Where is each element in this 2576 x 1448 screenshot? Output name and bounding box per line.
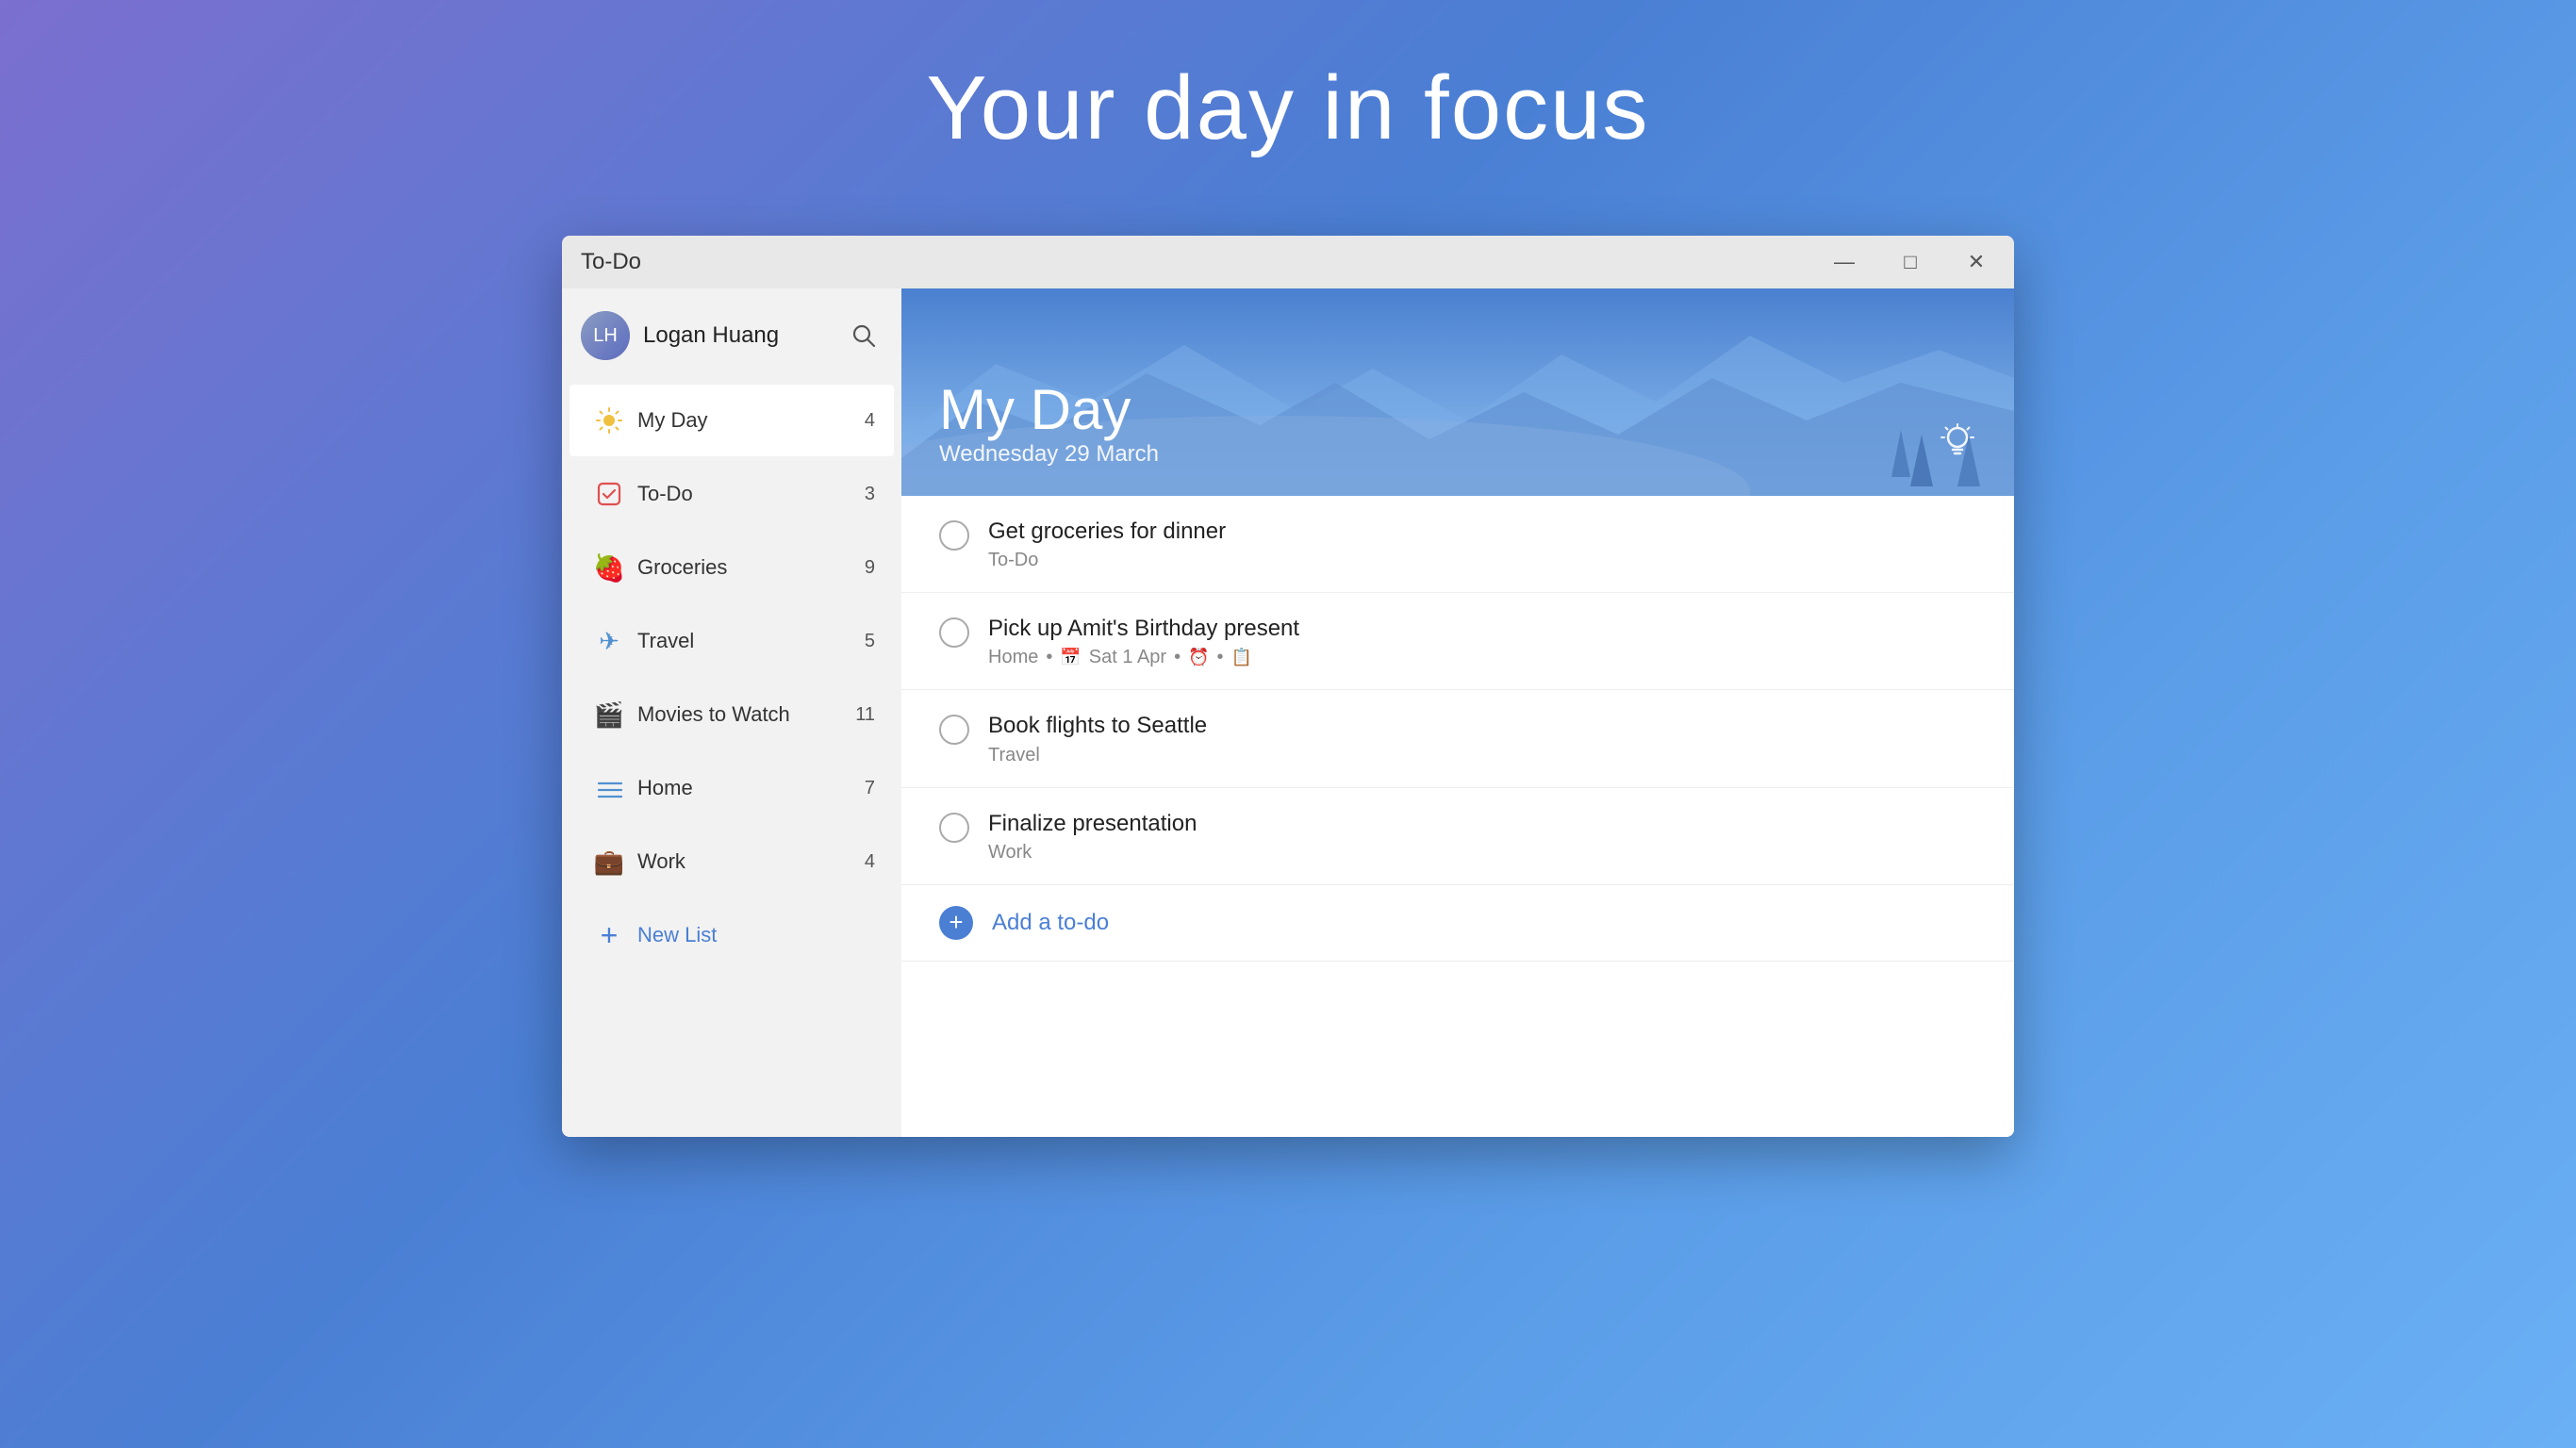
window-title: To-Do [581, 249, 641, 275]
app-window: To-Do — □ ✕ LH Logan Huang [562, 236, 2014, 1137]
myday-date: Wednesday 29 March [939, 441, 1976, 468]
task-title: Get groceries for dinner [988, 517, 1976, 546]
task-checkbox[interactable] [939, 813, 969, 843]
myday-header-content: My Day Wednesday 29 March [939, 379, 1976, 468]
sidebar-item-home[interactable]: Home 7 [570, 752, 894, 824]
task-meta: To-Do [988, 550, 1976, 571]
minimize-button[interactable]: — [1825, 243, 1863, 281]
home-icon [588, 767, 630, 809]
sidebar-item-to-do[interactable]: To-Do 3 [570, 458, 894, 530]
sidebar-item-count: 4 [865, 851, 875, 873]
task-item[interactable]: Finalize presentation Work [901, 788, 2014, 885]
sidebar: LH Logan Huang [562, 288, 901, 1137]
sidebar-item-count: 7 [865, 778, 875, 799]
sidebar-item-label: Travel [637, 629, 865, 653]
add-todo-label: Add a to-do [992, 910, 1109, 936]
lightbulb-button[interactable] [1939, 421, 1976, 468]
task-list-name: To-Do [988, 550, 1038, 571]
task-info: Get groceries for dinner To-Do [988, 517, 1976, 571]
myday-header: My Day Wednesday 29 March [901, 288, 2014, 496]
sidebar-item-count: 9 [865, 557, 875, 579]
meta-separator: • [1217, 647, 1224, 668]
close-button[interactable]: ✕ [1957, 243, 1995, 281]
sidebar-item-my-day[interactable]: My Day 4 [570, 385, 894, 456]
sidebar-item-label: My Day [637, 408, 865, 433]
sidebar-item-count: 3 [865, 484, 875, 505]
groceries-icon: 🍓 [588, 547, 630, 588]
main-content: My Day Wednesday 29 March [901, 288, 2014, 1137]
avatar-image: LH [581, 311, 630, 360]
task-due-date: Sat 1 Apr [1089, 647, 1166, 668]
user-name: Logan Huang [643, 322, 779, 349]
meta-separator: • [1174, 647, 1181, 668]
task-item[interactable]: Book flights to Seattle Travel [901, 690, 2014, 787]
task-info: Finalize presentation Work [988, 809, 1976, 864]
movies-icon: 🎬 [588, 694, 630, 735]
window-controls: — □ ✕ [1825, 243, 1995, 281]
meta-separator: • [1046, 647, 1052, 668]
nav-items: My Day 4 To-Do 3 🍓 [562, 383, 901, 1137]
my-day-icon [588, 400, 630, 441]
sidebar-item-count: 4 [865, 410, 875, 432]
reminder-icon: ⏰ [1188, 648, 1209, 667]
task-title: Finalize presentation [988, 809, 1976, 838]
search-button[interactable] [845, 317, 883, 354]
sidebar-item-label: Work [637, 849, 865, 874]
user-info: LH Logan Huang [581, 311, 779, 360]
task-item[interactable]: Get groceries for dinner To-Do [901, 496, 2014, 593]
sidebar-item-label: Movies to Watch [637, 702, 855, 727]
avatar: LH [581, 311, 630, 360]
task-list-name: Work [988, 842, 1032, 864]
task-info: Pick up Amit's Birthday present Home • 📅… [988, 614, 1976, 668]
task-list-name: Home [988, 647, 1038, 668]
work-icon: 💼 [588, 841, 630, 882]
sidebar-item-travel[interactable]: ✈ Travel 5 [570, 605, 894, 677]
note-icon: 📋 [1231, 648, 1252, 667]
task-title: Book flights to Seattle [988, 711, 1976, 740]
task-checkbox[interactable] [939, 617, 969, 648]
task-item[interactable]: Pick up Amit's Birthday present Home • 📅… [901, 593, 2014, 690]
task-list-name: Travel [988, 745, 1040, 766]
page-title: Your day in focus [927, 57, 1650, 160]
task-info: Book flights to Seattle Travel [988, 711, 1976, 765]
sidebar-item-movies-to-watch[interactable]: 🎬 Movies to Watch 11 [570, 679, 894, 750]
task-title: Pick up Amit's Birthday present [988, 614, 1976, 643]
task-checkbox[interactable] [939, 520, 969, 551]
new-list-plus-icon: + [588, 914, 630, 956]
sidebar-item-groceries[interactable]: 🍓 Groceries 9 [570, 532, 894, 603]
sidebar-header: LH Logan Huang [562, 288, 901, 383]
sidebar-item-label: Home [637, 776, 865, 800]
task-meta: Work [988, 842, 1976, 864]
sidebar-item-label: To-Do [637, 482, 865, 506]
maximize-button[interactable]: □ [1891, 243, 1929, 281]
task-checkbox[interactable] [939, 715, 969, 745]
new-list-button[interactable]: + New List [570, 899, 894, 971]
myday-title: My Day [939, 379, 1976, 441]
tasks-list: Get groceries for dinner To-Do Pick up A… [901, 496, 2014, 1137]
new-list-label: New List [637, 923, 717, 947]
app-body: LH Logan Huang [562, 288, 2014, 1137]
travel-icon: ✈ [588, 620, 630, 662]
sidebar-item-count: 11 [855, 704, 875, 726]
task-meta: Travel [988, 745, 1976, 766]
add-todo-button[interactable]: + Add a to-do [901, 885, 2014, 962]
to-do-icon [588, 473, 630, 515]
title-bar: To-Do — □ ✕ [562, 236, 2014, 288]
task-meta: Home • 📅 Sat 1 Apr • ⏰ • 📋 [988, 647, 1976, 668]
sidebar-item-count: 5 [865, 631, 875, 652]
sidebar-item-label: Groceries [637, 555, 865, 580]
calendar-icon: 📅 [1060, 648, 1081, 667]
add-todo-icon: + [939, 906, 973, 940]
sidebar-item-work[interactable]: 💼 Work 4 [570, 826, 894, 897]
